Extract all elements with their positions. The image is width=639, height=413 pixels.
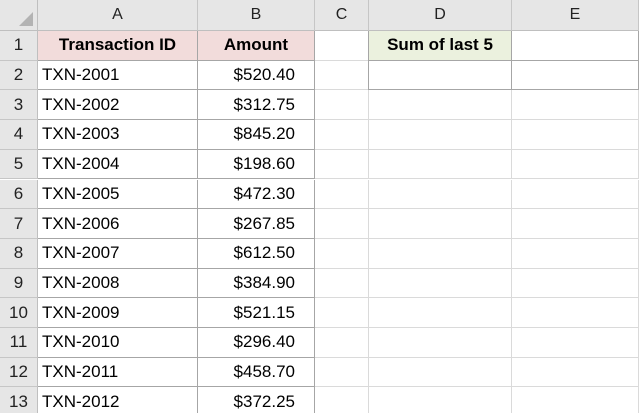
column-header-c[interactable]: C [315, 0, 369, 31]
select-all-corner[interactable] [0, 0, 38, 31]
transaction-id-cell[interactable]: TXN-2009 [38, 298, 198, 328]
cell-e5[interactable] [512, 149, 639, 180]
amount-cell[interactable]: $458.70 [198, 357, 315, 388]
cell-e9[interactable] [512, 268, 639, 299]
cell-c1[interactable] [315, 31, 369, 61]
row-header-10[interactable]: 10 [0, 298, 38, 328]
column-header-b[interactable]: B [198, 0, 315, 31]
cell-e4[interactable] [512, 120, 639, 150]
cell-d5[interactable] [369, 149, 512, 180]
row-header-7[interactable]: 7 [0, 209, 38, 239]
column-header-a[interactable]: A [38, 0, 198, 31]
row-header-9[interactable]: 9 [0, 268, 38, 299]
row-header-1[interactable]: 1 [0, 31, 38, 61]
cell-d10[interactable] [369, 298, 512, 328]
cell-d11[interactable] [369, 328, 512, 358]
row-header-11[interactable]: 11 [0, 328, 38, 358]
row-header-3[interactable]: 3 [0, 90, 38, 121]
transaction-id-cell[interactable]: TXN-2001 [38, 60, 198, 91]
row-header-13[interactable]: 13 [0, 387, 38, 413]
transaction-id-cell[interactable]: TXN-2006 [38, 209, 198, 239]
amount-cell[interactable]: $198.60 [198, 149, 315, 180]
cell-e3[interactable] [512, 90, 639, 121]
amount-cell[interactable]: $296.40 [198, 328, 315, 358]
spreadsheet-grid: A B C D E 1 Transaction ID Amount Sum of last 5 2… [0, 0, 639, 413]
cell-c3[interactable] [315, 90, 369, 121]
cell-d7[interactable] [369, 209, 512, 239]
cell-e7[interactable] [512, 209, 639, 239]
cell-e11[interactable] [512, 328, 639, 358]
cell-d8[interactable] [369, 238, 512, 269]
cell-c5[interactable] [315, 149, 369, 180]
cell-d4[interactable] [369, 120, 512, 150]
amount-cell[interactable]: $612.50 [198, 238, 315, 269]
cell-c2[interactable] [315, 60, 369, 91]
cell-d13[interactable] [369, 387, 512, 413]
cell-e10[interactable] [512, 298, 639, 328]
cell-e6[interactable] [512, 179, 639, 210]
sum-of-last-5-result-cell[interactable] [369, 60, 512, 91]
amount-cell[interactable]: $521.15 [198, 298, 315, 328]
transaction-id-cell[interactable]: TXN-2004 [38, 149, 198, 180]
row-header-8[interactable]: 8 [0, 238, 38, 269]
cell-d6[interactable] [369, 179, 512, 210]
cell-e12[interactable] [512, 357, 639, 388]
cell-c10[interactable] [315, 298, 369, 328]
amount-cell[interactable]: $472.30 [198, 179, 315, 210]
amount-cell[interactable]: $267.85 [198, 209, 315, 239]
summary-block-left-border [368, 31, 369, 91]
cell-c7[interactable] [315, 209, 369, 239]
cell-e2[interactable] [512, 60, 639, 91]
select-all-triangle-icon [19, 12, 33, 26]
cell-c8[interactable] [315, 238, 369, 269]
amount-cell[interactable]: $384.90 [198, 268, 315, 299]
cell-c12[interactable] [315, 357, 369, 388]
sum-of-last-5-label[interactable]: Sum of last 5 [369, 31, 512, 61]
cell-e8[interactable] [512, 238, 639, 269]
cell-e13[interactable] [512, 387, 639, 413]
cell-c11[interactable] [315, 328, 369, 358]
row-header-6[interactable]: 6 [0, 179, 38, 210]
row-header-2[interactable]: 2 [0, 60, 38, 91]
cell-d9[interactable] [369, 268, 512, 299]
amount-cell[interactable]: $845.20 [198, 120, 315, 150]
column-header-d[interactable]: D [369, 0, 512, 31]
amount-cell[interactable]: $312.75 [198, 90, 315, 121]
header-cell-amount[interactable]: Amount [198, 31, 315, 61]
transaction-id-cell[interactable]: TXN-2011 [38, 357, 198, 388]
transaction-id-cell[interactable]: TXN-2005 [38, 179, 198, 210]
transaction-id-cell[interactable]: TXN-2010 [38, 328, 198, 358]
cell-d12[interactable] [369, 357, 512, 388]
row-header-5[interactable]: 5 [0, 149, 38, 180]
header-cell-transaction-id[interactable]: Transaction ID [38, 31, 198, 61]
amount-cell[interactable]: $372.25 [198, 387, 315, 413]
cell-e1[interactable] [512, 31, 639, 61]
transaction-id-cell[interactable]: TXN-2008 [38, 268, 198, 299]
cell-c6[interactable] [315, 179, 369, 210]
transaction-id-cell[interactable]: TXN-2012 [38, 387, 198, 413]
cell-d3[interactable] [369, 90, 512, 121]
cell-c13[interactable] [315, 387, 369, 413]
row-header-12[interactable]: 12 [0, 357, 38, 388]
transaction-id-cell[interactable]: TXN-2002 [38, 90, 198, 121]
cell-c4[interactable] [315, 120, 369, 150]
row-header-4[interactable]: 4 [0, 120, 38, 150]
amount-cell[interactable]: $520.40 [198, 60, 315, 91]
transaction-id-cell[interactable]: TXN-2007 [38, 238, 198, 269]
column-header-e[interactable]: E [512, 0, 639, 31]
transaction-id-cell[interactable]: TXN-2003 [38, 120, 198, 150]
cell-c9[interactable] [315, 268, 369, 299]
